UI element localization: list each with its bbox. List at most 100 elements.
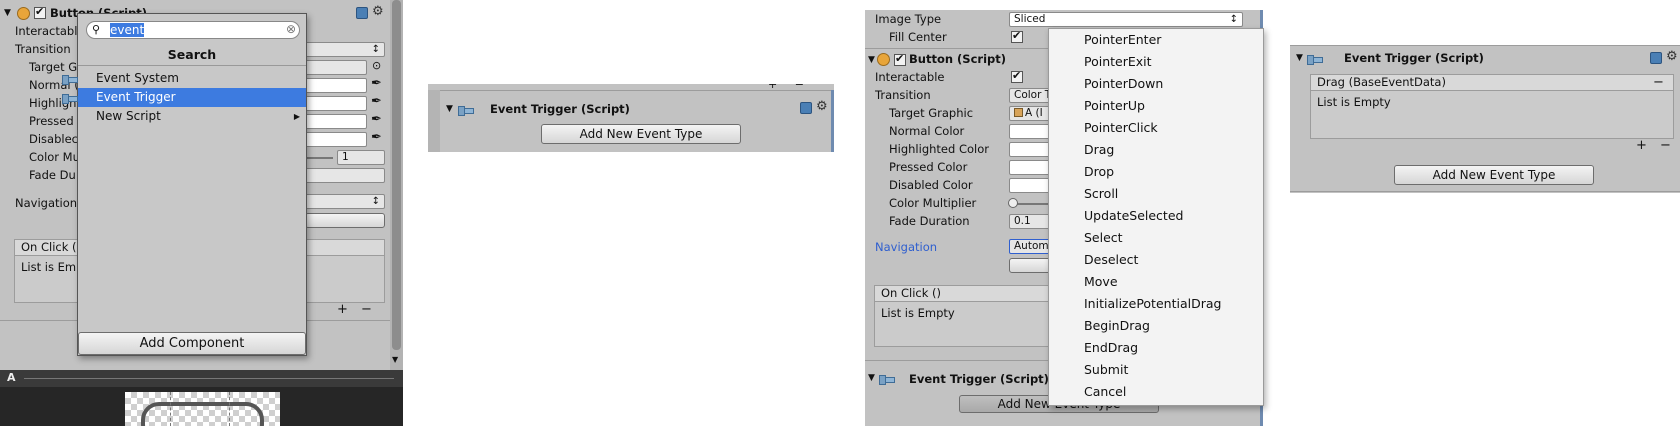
gear-icon[interactable]: ⚙ <box>1666 50 1678 63</box>
menu-item-drop[interactable]: Drop <box>1084 164 1114 179</box>
event-trigger-icon <box>879 374 895 385</box>
preview-toolbar-label[interactable]: A <box>7 371 16 384</box>
highlighted-color-field[interactable] <box>305 96 367 111</box>
fill-center-checkbox[interactable] <box>1011 29 1023 43</box>
remove-event-button[interactable]: − <box>1653 75 1664 90</box>
search-query: event <box>110 23 145 37</box>
visualize-button[interactable] <box>305 213 385 228</box>
target-graphic-value: A (I <box>1025 107 1043 119</box>
menu-item-select[interactable]: Select <box>1084 230 1123 245</box>
menu-item-scroll[interactable]: Scroll <box>1084 186 1118 201</box>
divider <box>1290 45 1680 46</box>
left-edge-bar <box>428 90 440 152</box>
remove-list-item-button[interactable]: − <box>1660 138 1671 153</box>
menu-item-pointerclick[interactable]: PointerClick <box>1084 120 1158 135</box>
inspector-panel-1: ▼ Button (Script) ⚙ Interactabl Transiti… <box>0 0 403 426</box>
foldout-arrow-icon[interactable]: ▼ <box>4 8 11 18</box>
eyedropper-icon[interactable]: ✒ <box>371 76 382 91</box>
transition-label: Transition <box>875 88 931 102</box>
component-title: Event Trigger (Script) <box>490 102 630 116</box>
interactable-label: Interactabl <box>15 24 78 38</box>
add-new-event-type-button[interactable]: Add New Event Type <box>541 124 741 144</box>
menu-item-pointerexit[interactable]: PointerExit <box>1084 54 1152 69</box>
pressed-color-field[interactable] <box>305 114 367 129</box>
button-enabled-checkbox[interactable] <box>34 5 46 19</box>
image-type-dropdown[interactable]: Sliced <box>1009 12 1243 27</box>
color-multiplier-field[interactable]: 1 <box>337 150 385 165</box>
menu-item-begindrag[interactable]: BeginDrag <box>1084 318 1150 333</box>
menu-item-pointerdown[interactable]: PointerDown <box>1084 76 1163 91</box>
search-result-label: New Script <box>96 109 161 123</box>
search-input[interactable]: ⚲ event ⊗ <box>86 21 300 39</box>
scrollbar-thumb[interactable] <box>392 0 401 350</box>
menu-item-cancel[interactable]: Cancel <box>1084 384 1126 399</box>
foldout-arrow-icon[interactable]: ▼ <box>868 373 875 383</box>
clear-search-icon[interactable]: ⊗ <box>286 22 296 36</box>
inspector-scrollbar[interactable]: ▼ <box>390 0 403 370</box>
menu-item-deselect[interactable]: Deselect <box>1084 252 1138 267</box>
list-empty-text: List is Emp <box>21 260 84 274</box>
add-new-event-type-button[interactable]: Add New Event Type <box>1394 165 1594 185</box>
normal-color-field[interactable] <box>305 78 367 93</box>
target-graphic-label: Target G <box>29 60 78 74</box>
color-multiplier-label: Color Mu <box>29 150 80 164</box>
gear-icon[interactable]: ⚙ <box>372 5 384 18</box>
button-component-icon <box>877 53 890 66</box>
menu-item-initializepotentialdrag[interactable]: InitializePotentialDrag <box>1084 296 1221 311</box>
on-click-list: On Click () List is Empty <box>874 285 1074 347</box>
menu-item-pointerenter[interactable]: PointerEnter <box>1084 32 1161 47</box>
navigation-label: Navigation <box>875 240 938 254</box>
on-click-header: On Click () <box>875 286 1073 302</box>
menu-item-move[interactable]: Move <box>1084 274 1118 289</box>
right-edge-line <box>831 90 834 152</box>
popup-divider <box>78 65 306 66</box>
highlighted-color-label: Highlighted Color <box>889 142 989 156</box>
event-trigger-icon <box>1307 54 1323 65</box>
preview-toolbar: A <box>0 370 403 387</box>
foldout-arrow-icon[interactable]: ▼ <box>1296 53 1303 63</box>
normal-color-label: Normal Color <box>889 124 965 138</box>
object-picker-icon[interactable]: ⊙ <box>372 59 381 72</box>
pressed-color-label: Pressed Color <box>889 160 968 174</box>
navigation-dropdown[interactable] <box>305 194 385 209</box>
help-book-icon[interactable] <box>1650 52 1662 64</box>
sprite-preview-image <box>125 392 280 426</box>
foldout-arrow-icon[interactable]: ▼ <box>446 104 453 114</box>
event-trigger-icon <box>458 105 474 116</box>
scroll-down-arrow-icon[interactable]: ▼ <box>392 355 398 364</box>
menu-item-pointerup[interactable]: PointerUp <box>1084 98 1145 113</box>
color-multiplier-slider[interactable] <box>305 157 333 159</box>
eyedropper-icon[interactable]: ✒ <box>371 112 382 127</box>
button-enabled-checbox[interactable] <box>894 52 906 66</box>
transition-dropdown[interactable] <box>305 42 385 57</box>
target-graphic-field[interactable] <box>305 60 367 75</box>
interactable-checkbox[interactable] <box>1011 69 1023 83</box>
remove-list-item-button[interactable]: − <box>361 302 372 317</box>
inspector-panel-2: + − ▼ Event Trigger (Script) ⚙ Add New E… <box>428 84 834 152</box>
inspector-panel-4: ▼ Event Trigger (Script) ⚙ Drag (BaseEve… <box>1290 45 1680 193</box>
event-type-menu: PointerEnter PointerExit PointerDown Pointe… <box>1048 28 1264 406</box>
add-list-item-button[interactable]: + <box>1636 138 1647 153</box>
menu-item-enddrag[interactable]: EndDrag <box>1084 340 1138 355</box>
menu-item-updateselected[interactable]: UpdateSelected <box>1084 208 1183 223</box>
fill-center-label: Fill Center <box>889 30 947 44</box>
add-list-item-button[interactable]: + <box>337 302 348 317</box>
toolbar-drag-handle[interactable] <box>24 378 394 379</box>
gear-icon[interactable]: ⚙ <box>816 100 828 113</box>
menu-item-drag[interactable]: Drag <box>1084 142 1114 157</box>
menu-item-submit[interactable]: Submit <box>1084 362 1128 377</box>
add-component-popup: ⚲ event ⊗ Search Event System Event Trig… <box>62 13 307 356</box>
fade-duration-field[interactable] <box>305 168 385 183</box>
help-book-icon[interactable] <box>800 102 812 114</box>
slider-thumb[interactable] <box>1008 198 1018 208</box>
eyedropper-icon[interactable]: ✒ <box>371 94 382 109</box>
search-result-event-system[interactable]: Event System <box>62 69 306 88</box>
foldout-arrow-icon[interactable]: ▼ <box>868 55 875 65</box>
popup-title: Search <box>167 47 217 62</box>
search-result-new-script[interactable]: New Script ▶ <box>78 107 306 126</box>
eyedropper-icon[interactable]: ✒ <box>371 130 382 145</box>
help-book-icon[interactable] <box>356 7 368 19</box>
disabled-color-field[interactable] <box>305 132 367 147</box>
add-component-button[interactable]: Add Component <box>78 332 306 355</box>
search-result-event-trigger[interactable]: Event Trigger <box>62 88 306 107</box>
